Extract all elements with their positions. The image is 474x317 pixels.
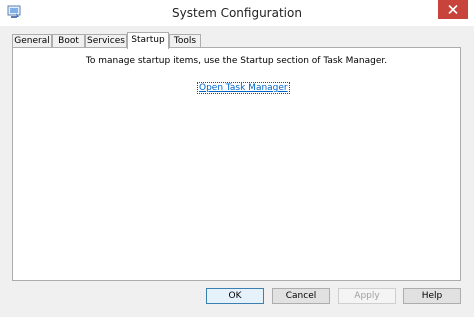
apply-button[interactable]: Apply — [338, 288, 396, 304]
open-task-manager-link[interactable]: Open Task Manager — [197, 82, 290, 94]
window-title: System Configuration — [172, 6, 302, 20]
cancel-button[interactable]: Cancel — [272, 288, 330, 304]
startup-panel: To manage startup items, use the Startup… — [12, 47, 461, 281]
tab-tools[interactable]: Tools — [169, 34, 201, 48]
tab-boot[interactable]: Boot — [52, 34, 85, 48]
close-icon — [448, 5, 458, 14]
startup-message: To manage startup items, use the Startup… — [85, 56, 388, 66]
help-button[interactable]: Help — [403, 288, 461, 304]
ok-button[interactable]: OK — [206, 288, 264, 304]
tab-services[interactable]: Services — [85, 34, 127, 48]
close-button[interactable] — [438, 0, 468, 19]
tab-startup[interactable]: Startup — [127, 32, 169, 49]
title-bar[interactable]: System Configuration — [0, 0, 474, 26]
tab-general[interactable]: General — [12, 34, 52, 48]
system-configuration-window: System Configuration General Boot Servic… — [0, 0, 474, 317]
